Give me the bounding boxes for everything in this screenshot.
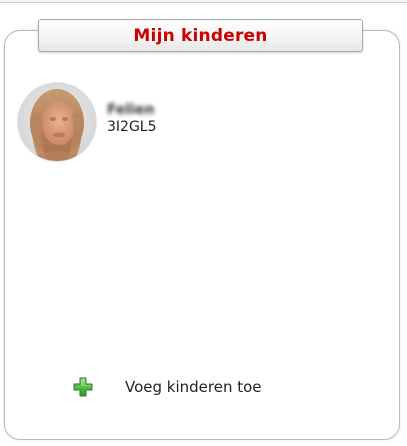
card-header: Mijn kinderen (38, 19, 363, 52)
child-info: Felien 3I2GL5 (107, 100, 157, 136)
add-children-button[interactable]: Voeg kinderen toe (73, 377, 262, 397)
mijn-kinderen-widget: Mijn kinderen Felien 3I2GL5 Voeg kindere… (0, 0, 407, 446)
avatar-photo (18, 83, 96, 161)
add-children-label[interactable]: Voeg kinderen toe (125, 378, 262, 396)
top-divider (0, 0, 407, 8)
child-avatar[interactable] (17, 82, 97, 162)
child-entry[interactable]: Felien 3I2GL5 (17, 82, 157, 162)
child-name[interactable]: Felien (107, 102, 155, 119)
widget-title: Mijn kinderen (133, 25, 268, 46)
child-class-code: 3I2GL5 (107, 119, 157, 135)
green-plus-icon[interactable] (73, 377, 93, 397)
